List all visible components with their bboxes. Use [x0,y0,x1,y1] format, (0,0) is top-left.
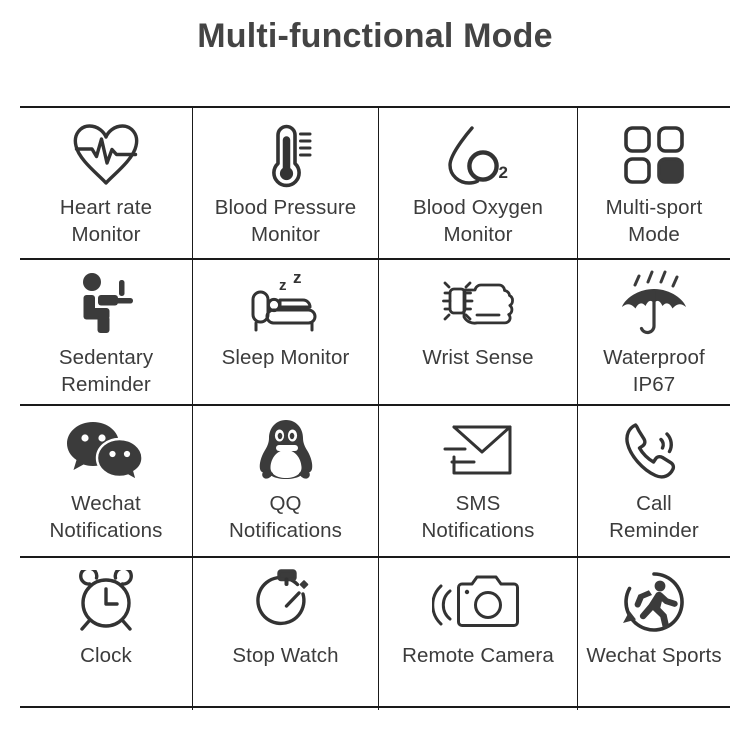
feature-label: Waterproof IP67 [603,346,705,396]
remote-camera-icon [432,564,524,642]
phone-call-icon [621,412,687,490]
thermometer-icon [257,116,315,194]
feature-cell-clock[interactable]: Clock [20,556,192,710]
sedentary-icon [75,266,137,344]
feature-label: Sedentary Reminder [58,346,154,396]
feature-cell-heart-rate[interactable]: Heart rate Monitor [20,108,730,260]
feature-cell-waterproof[interactable]: Waterproof IP67 [577,258,730,404]
feature-label: Wechat Notifications [49,492,163,542]
feature-cell-stop-watch[interactable]: Stop Watch [192,556,378,710]
page-title: Multi-functional Mode [197,17,553,55]
alarm-clock-icon [71,564,141,642]
envelope-icon [440,412,516,490]
feature-cell-sleep-monitor[interactable]: z z Sleep Monitor [192,258,378,404]
feature-cell-blood-pressure[interactable]: Blood Pressure Monitor [192,108,378,258]
feature-label: Wechat Sports [586,644,722,667]
wrist-sense-icon [430,266,526,344]
feature-cell-call-reminder[interactable]: Call Reminder [577,404,730,556]
multi-sport-icon [622,116,686,194]
wechat-sports-icon [619,564,689,642]
feature-cell-wechat-sports[interactable]: Wechat Sports [577,556,730,710]
feature-grid: Heart rate Monitor Blood Pressure Monito… [20,106,730,710]
feature-cell-sedentary[interactable]: Sedentary Reminder [20,258,730,406]
feature-label: Sleep Monitor [221,346,350,369]
feature-cell-wechat-notifications[interactable]: Wechat Notifications [20,404,730,558]
blood-oxygen-icon: 2 [438,116,518,194]
blood-oxygen-subscript: 2 [499,163,508,182]
heart-rate-icon [71,116,141,194]
feature-label: Stop Watch [232,644,339,667]
feature-label: SMS Notifications [421,492,535,542]
stopwatch-icon [253,564,319,642]
feature-cell-remote-camera[interactable]: Remote Camera [378,556,577,710]
feature-cell-multi-sport[interactable]: Multi-sport Mode [577,108,730,258]
feature-label: Heart rate Monitor [59,196,153,246]
sleep-z-large: z [293,270,302,287]
qq-penguin-icon [255,412,317,490]
feature-label: Blood Pressure Monitor [214,196,357,246]
feature-label: Clock [80,644,132,667]
feature-cell-blood-oxygen[interactable]: 2 Blood Oxygen Monitor [378,108,577,258]
wechat-icon [64,412,148,490]
feature-cell-qq-notifications[interactable]: QQ Notifications [192,404,378,556]
feature-label: Blood Oxygen Monitor [413,196,543,246]
feature-label: Multi-sport Mode [605,196,703,246]
feature-label: Call Reminder [609,492,699,542]
feature-label: QQ Notifications [229,492,342,542]
umbrella-rain-icon [615,266,693,344]
page-root: Multi-functional Mode Heart rate Monitor [0,0,750,742]
sleep-bed-icon: z z [241,266,331,344]
feature-label: Remote Camera [402,644,554,667]
feature-cell-sms-notifications[interactable]: SMS Notifications [378,404,577,556]
feature-cell-wrist-sense[interactable]: Wrist Sense [378,258,577,404]
feature-label: Wrist Sense [422,346,534,369]
sleep-z-small: z [279,277,287,294]
